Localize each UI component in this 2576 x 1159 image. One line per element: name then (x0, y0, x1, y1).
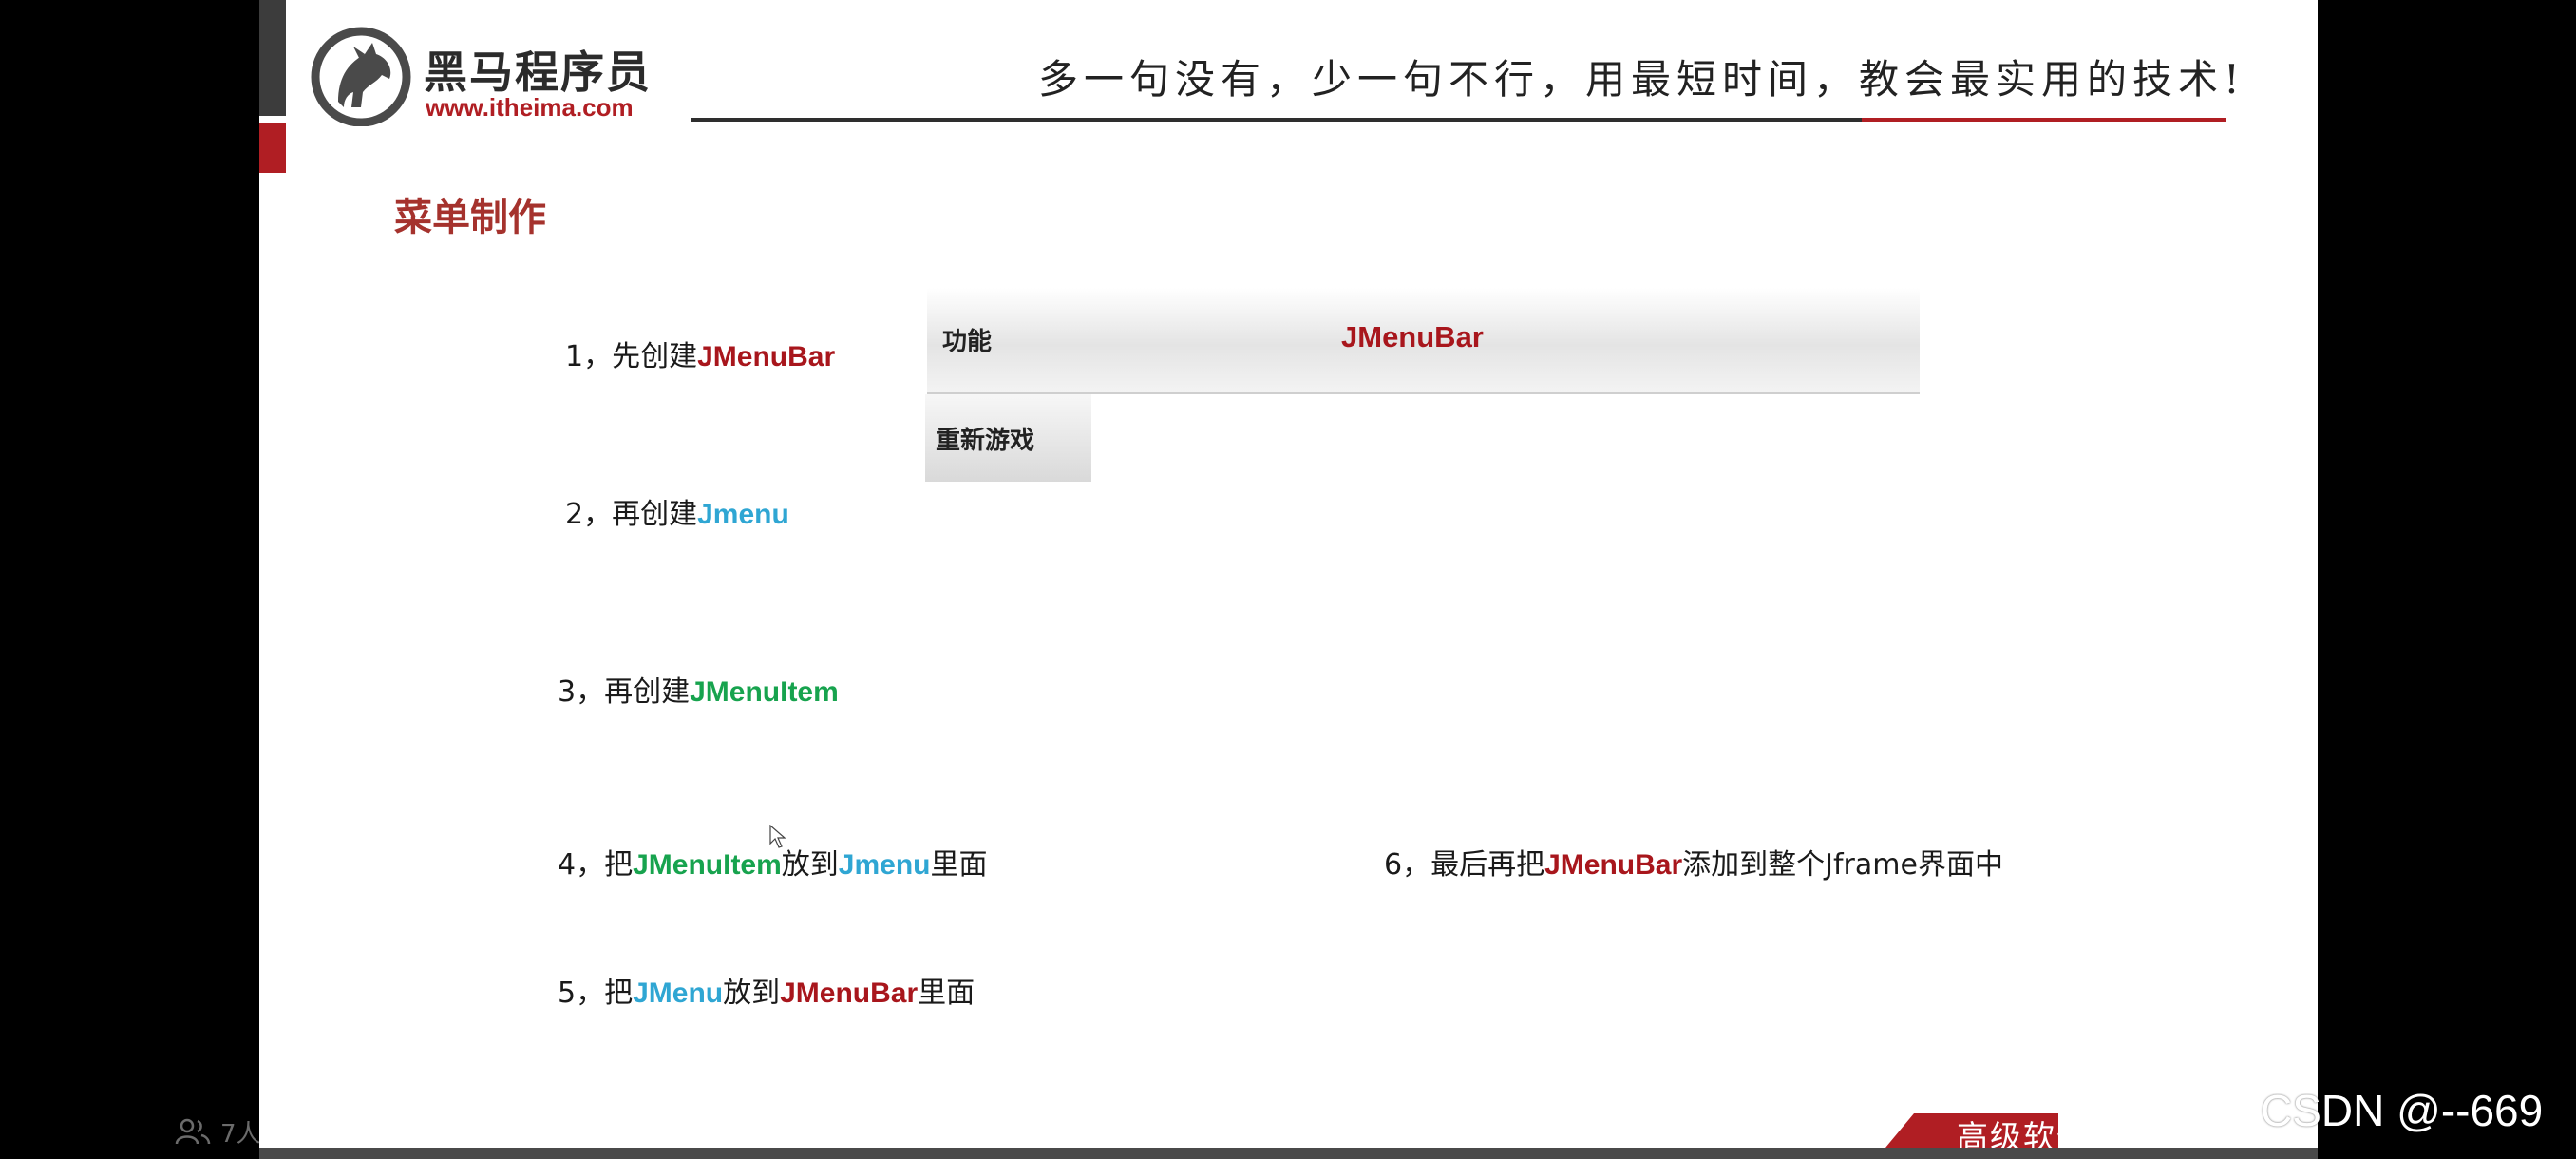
menu-item-label: 重新游戏 (936, 427, 1035, 455)
header-divider-accent (1862, 118, 2226, 122)
menubar-demo: 功能 JMenuBar (927, 288, 1920, 394)
step-1: 1，先创建JMenuBar (565, 340, 836, 373)
presentation-slide: 黑马程序员 www.itheima.com 多一句没有，少一句不行，用最短时间，… (259, 0, 2318, 1148)
horse-logo-icon (311, 27, 411, 126)
slogan: 多一句没有，少一句不行，用最短时间，教会最实用的技术! (1038, 56, 2245, 103)
step-number: 5， (558, 977, 605, 1010)
step-6: 6，最后再把JMenuBar添加到整个Jframe界面中 (1384, 848, 2003, 882)
slide-accent-bar-red (259, 124, 286, 173)
section-title: 菜单制作 (394, 196, 546, 239)
step-number: 2， (565, 498, 613, 531)
step-2: 2，再创建Jmenu (565, 498, 789, 531)
logo-name: 黑马程序员 (424, 47, 652, 98)
csdn-watermark: CSDN @--669 (2261, 1086, 2544, 1135)
step-5: 5，把JMenu放到JMenuBar里面 (558, 977, 975, 1010)
step-number: 1， (565, 340, 613, 373)
menubar-label: JMenuBar (1341, 320, 1484, 353)
header-divider (691, 118, 1967, 122)
viewer-count: 7人 (220, 1120, 261, 1149)
step-number: 3， (558, 675, 605, 709)
people-icon (175, 1118, 211, 1145)
slide-accent-bar (259, 0, 286, 116)
footer-strip (259, 1148, 2318, 1159)
step-number: 6， (1384, 848, 1431, 882)
logo-url: www.itheima.com (426, 93, 634, 122)
menu-item-demo: 重新游戏 (925, 394, 1091, 482)
mouse-cursor-icon (769, 825, 786, 848)
menu-label: 功能 (942, 328, 993, 356)
step-number: 4， (558, 848, 605, 882)
step-3: 3，再创建JMenuItem (558, 675, 839, 709)
